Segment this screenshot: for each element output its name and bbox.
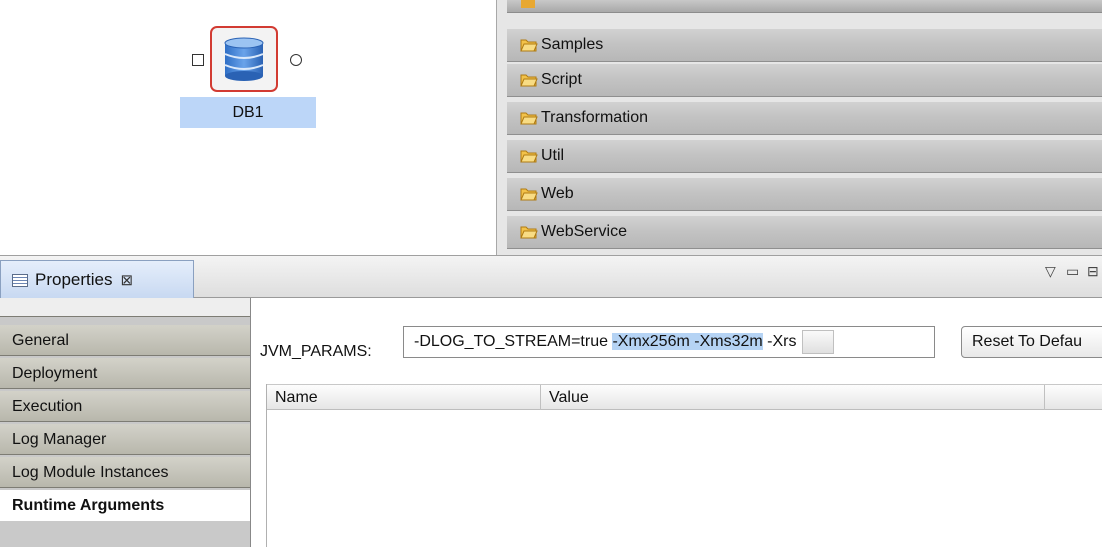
column-header-name[interactable]: Name [267,385,541,410]
folder-icon [521,0,535,8]
view-tab-bar: Properties ⊠ ▽ ▭ ⊟ [0,255,1102,299]
nav-item-log-manager[interactable]: Log Manager [0,424,250,455]
folder-icon [520,150,538,163]
jvm-value-suffix: -Xrs [762,333,797,350]
palette-folder-samples[interactable]: Samples [507,28,1102,62]
view-menu-icon[interactable]: ▽ [1045,263,1056,280]
property-sections-nav: General Deployment Execution Log Manager… [0,298,251,547]
palette-folder-label: Samples [541,36,604,53]
table-header: Name Value [267,384,1102,410]
nav-item-runtime-arguments[interactable]: Runtime Arguments [0,490,250,521]
reset-to-defaults-button[interactable]: Reset To Defau [961,326,1102,358]
palette-folder-label: Util [541,147,565,164]
jvm-params-label: JVM_PARAMS: [260,343,372,360]
folder-icon [520,74,538,87]
minimize-icon[interactable]: ▭ [1066,263,1079,280]
nav-item-general[interactable]: General [0,325,250,356]
jvm-value-prefix: -DLOG_TO_STREAM=true [414,333,613,350]
node-label[interactable]: DB1 [180,97,316,128]
output-port[interactable] [290,54,302,66]
jvm-params-field[interactable]: -DLOG_TO_STREAM=true -Xmx256m -Xms32m -X… [403,326,935,358]
folder-icon [520,112,538,125]
maximize-icon[interactable]: ⊟ [1087,263,1099,280]
nav-item-execution[interactable]: Execution [0,391,250,422]
folder-icon [520,188,538,201]
palette-partial-item[interactable] [507,0,1102,13]
db-node[interactable] [210,26,278,92]
palette-folder-label: WebService [541,223,627,240]
nav-item-deployment[interactable]: Deployment [0,358,250,389]
tab-properties[interactable]: Properties ⊠ [0,260,194,299]
input-port[interactable] [192,54,204,66]
nav-spacer [0,298,250,317]
palette-folder-label: Script [541,71,582,88]
column-header-value[interactable]: Value [541,385,1045,410]
component-palette: Samples Script Transformation Util Web W… [496,0,1102,255]
database-icon [224,37,264,81]
tab-label: Properties [35,270,113,289]
arguments-table[interactable]: Name Value [266,384,1102,547]
palette-folder-util[interactable]: Util [507,139,1102,173]
nav-item-log-module-instances[interactable]: Log Module Instances [0,457,250,488]
palette-folder-transformation[interactable]: Transformation [507,101,1102,135]
folder-icon [520,39,538,52]
palette-folder-label: Web [541,185,574,202]
properties-icon [12,273,28,287]
diagram-canvas[interactable]: DB1 [0,0,496,255]
jvm-value-selected: -Xmx256m -Xms32m [612,333,763,350]
close-icon[interactable]: ⊠ [120,271,133,289]
palette-folder-webservice[interactable]: WebService [507,215,1102,249]
palette-folder-web[interactable]: Web [507,177,1102,211]
field-scroll-thumb [802,329,835,354]
palette-folder-script[interactable]: Script [507,63,1102,97]
palette-folder-label: Transformation [541,109,648,126]
folder-icon [520,226,538,239]
